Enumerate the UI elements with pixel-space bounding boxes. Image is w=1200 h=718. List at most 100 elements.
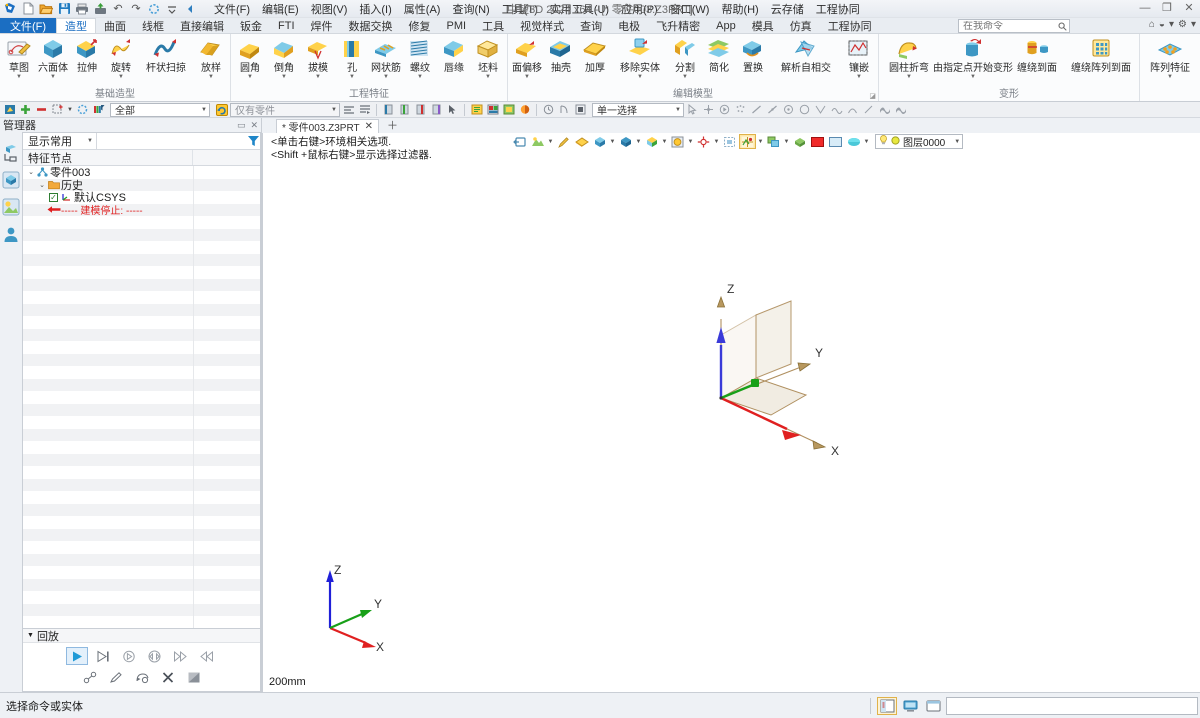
center-icon[interactable] — [781, 103, 796, 117]
square-icon[interactable] — [573, 103, 588, 117]
fullscreen-button[interactable] — [900, 697, 920, 715]
section-icon[interactable] — [791, 134, 808, 149]
component-icon[interactable] — [501, 103, 516, 117]
play-button[interactable] — [66, 647, 88, 665]
play-to-button[interactable] — [118, 647, 140, 665]
expand-collapse-icon[interactable]: ⌄ — [37, 181, 47, 189]
layer-dot-icon[interactable] — [891, 136, 900, 148]
zoom-window-icon[interactable] — [721, 134, 738, 149]
chevron-down-icon[interactable]: ▼ — [118, 74, 124, 81]
feature-search-input[interactable] — [97, 133, 247, 149]
ribbon-button-face-offset[interactable]: 面偏移 ▼ — [510, 35, 544, 81]
chevron-down-icon[interactable]: ▼ — [675, 107, 681, 113]
color-blue-icon[interactable] — [827, 134, 844, 149]
tab-direct-edit[interactable]: 直接编辑 — [172, 18, 232, 33]
chevron-down-icon[interactable]: ▼ — [87, 138, 93, 144]
cursor-icon[interactable] — [685, 103, 700, 117]
caret-down2-icon[interactable]: ▾ — [1191, 19, 1196, 30]
regen-circle-icon[interactable] — [75, 103, 90, 117]
tab-data-exchange[interactable]: 数据交换 — [341, 18, 401, 33]
ribbon-button-lip[interactable]: 唇缘 ▼ — [437, 35, 471, 81]
render-icon[interactable] — [669, 134, 686, 149]
tab-fti[interactable]: FTI — [270, 18, 303, 33]
pen-icon[interactable] — [555, 134, 572, 149]
curve-icon[interactable] — [829, 103, 844, 117]
rewind-button[interactable] — [196, 647, 218, 665]
close-icon[interactable]: ✕ — [365, 121, 373, 132]
ribbon-button-tessellate[interactable]: 镶嵌 ▼ — [842, 35, 876, 81]
regen-icon[interactable] — [146, 1, 162, 17]
chevron-down-icon[interactable]: ▼ — [417, 74, 423, 81]
chevron-down-icon[interactable]: ▼ — [1167, 74, 1173, 81]
redo-icon[interactable]: ↷ — [128, 1, 144, 17]
chevron-down-icon[interactable]: ▼ — [906, 74, 912, 81]
dropdown-caret-icon[interactable]: ▼ — [66, 103, 74, 117]
chevron-down-icon[interactable]: ▼ — [524, 74, 530, 81]
tab-feisheng-precision[interactable]: 飞升精密 — [648, 18, 708, 33]
chevron-down-icon[interactable]: ▼ — [349, 74, 355, 81]
menu-item-edit[interactable]: 编辑(E) — [256, 0, 305, 18]
ribbon-button-hole[interactable]: 孔 ▼ — [335, 35, 369, 81]
chevron-down-icon[interactable]: ▼ — [863, 139, 870, 145]
menu-item-collaboration[interactable]: 工程协同 — [810, 0, 866, 18]
add-icon[interactable] — [18, 103, 33, 117]
close-button[interactable]: ✕ — [1182, 1, 1196, 14]
target-point-icon[interactable] — [695, 134, 712, 149]
display-mode-icon[interactable] — [617, 134, 634, 149]
undo-icon[interactable]: ↶ — [110, 1, 126, 17]
display-filter-combo[interactable]: 显示常用 ▼ — [23, 133, 97, 149]
command-search-box[interactable] — [958, 19, 1070, 33]
chevron-down-icon[interactable]: ▼ — [757, 139, 764, 145]
face-color-2-icon[interactable] — [397, 103, 412, 117]
chevron-down-icon[interactable]: ▼ — [637, 74, 643, 81]
layer-combo[interactable]: 图层0000 ▼ — [875, 134, 963, 149]
line-icon[interactable] — [749, 103, 764, 117]
chevron-down-icon[interactable]: ▼ — [661, 139, 668, 145]
face-snap-2-icon[interactable] — [893, 103, 908, 117]
caret-down-icon[interactable]: ▾ — [1169, 19, 1174, 30]
tab-engineering-collaboration[interactable]: 工程协同 — [820, 18, 880, 33]
save-icon[interactable] — [56, 1, 72, 17]
tab-mold[interactable]: 模具 — [744, 18, 782, 33]
color-red-icon[interactable] — [809, 134, 826, 149]
ribbon-button-pattern-feature[interactable]: 阵列特征 ▼ — [1142, 35, 1198, 81]
layer-visibility-icon[interactable] — [765, 134, 782, 149]
play-snap-icon[interactable] — [717, 103, 732, 117]
window-mode-button[interactable] — [923, 697, 943, 715]
settings-icon[interactable]: ⚙ — [1178, 19, 1187, 30]
ribbon-button-hexahedron[interactable]: 六面体 ▼ — [36, 35, 70, 81]
menu-item-application[interactable]: 应用(P) — [615, 0, 664, 18]
manager-close-button[interactable]: ✕ — [250, 120, 258, 131]
step-forward-button[interactable] — [92, 647, 114, 665]
chevron-down-icon[interactable]: ▼ — [783, 139, 790, 145]
datum-display-icon[interactable] — [739, 134, 756, 149]
ribbon-button-replace[interactable]: 置换 ▼ — [736, 35, 770, 81]
ribbon-button-sweep[interactable]: 杆状扫掠 ▼ — [138, 35, 194, 81]
chevron-down-icon[interactable]: ▼ — [50, 74, 56, 81]
chevron-down-icon[interactable]: ▼ — [383, 74, 389, 81]
face-color-4-icon[interactable] — [429, 103, 444, 117]
help-icon[interactable]: ⌂ — [1149, 19, 1155, 30]
chevron-down-icon[interactable]: ▼ — [856, 74, 862, 81]
ribbon-button-thread[interactable]: 螺纹 ▼ — [403, 35, 437, 81]
ribbon-button-fillet[interactable]: 圆角 ▼ — [233, 35, 267, 81]
chevron-down-icon[interactable]: ▼ — [609, 139, 616, 145]
new-file-icon[interactable] — [20, 1, 36, 17]
face-color-1-icon[interactable] — [381, 103, 396, 117]
tree-row-history[interactable]: ⌄ 历史 — [23, 179, 260, 192]
menu-item-window[interactable]: 窗口(W) — [664, 0, 716, 18]
tangent-icon[interactable] — [861, 103, 876, 117]
ribbon-button-shell[interactable]: 抽壳 ▼ — [544, 35, 578, 81]
chevron-down-icon[interactable]: ▼ — [201, 107, 207, 113]
ribbon-button-sketch[interactable]: 草图 ▼ — [2, 35, 36, 81]
command-input[interactable] — [946, 697, 1198, 715]
corner-icon[interactable] — [557, 103, 572, 117]
chevron-down-icon[interactable]: ▼ — [954, 139, 960, 145]
chevron-down-icon[interactable]: ▼ — [687, 139, 694, 145]
tree-row-part[interactable]: ⌄ 零件003 — [23, 166, 260, 179]
circle-icon[interactable] — [797, 103, 812, 117]
edit-button[interactable] — [105, 668, 127, 686]
align-icon[interactable] — [341, 103, 356, 117]
merge-icon[interactable] — [357, 103, 372, 117]
standard-view-icon[interactable] — [591, 134, 608, 149]
